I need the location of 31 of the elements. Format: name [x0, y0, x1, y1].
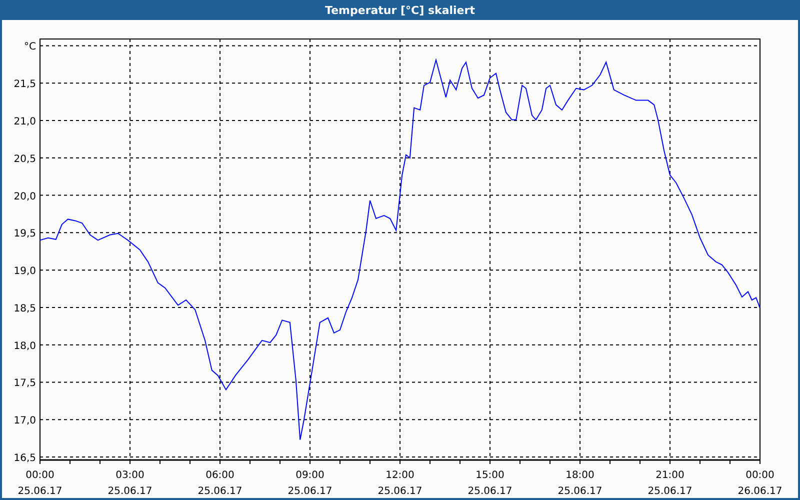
x-axis-label: 00:00 [746, 470, 774, 481]
x-axis-label: 03:00 [116, 470, 144, 481]
x-axis-date-label: 25.06.17 [198, 486, 242, 497]
x-axis-date-label: 25.06.17 [378, 486, 422, 497]
x-axis-date-label: 25.06.17 [288, 486, 332, 497]
x-axis-label: 15:00 [476, 470, 504, 481]
y-axis-label: 18,5 [14, 303, 36, 314]
y-axis-label: 16,5 [14, 453, 36, 464]
y-axis-label: 21,0 [14, 116, 36, 128]
y-axis-label: 20,0 [14, 191, 36, 202]
y-axis-label: 20,5 [14, 154, 36, 165]
x-axis-date-label: 26.06.17 [738, 486, 782, 497]
x-axis-date-label: 25.06.17 [108, 486, 152, 497]
y-axis-label: 18,0 [14, 340, 36, 352]
y-axis-label: 17,0 [14, 416, 36, 427]
y-axis-label: 19,5 [14, 228, 36, 240]
y-axis-label: 19,0 [14, 266, 36, 278]
y-axis-label: °C [24, 42, 36, 53]
x-axis-label: 18:00 [566, 470, 594, 481]
x-axis-label: 12:00 [386, 470, 414, 481]
x-axis-date-label: 25.06.17 [468, 486, 512, 497]
x-axis-date-label: 25.06.17 [648, 486, 692, 497]
x-axis-date-label: 25.06.17 [558, 486, 602, 497]
x-axis-label: 21:00 [656, 470, 684, 481]
y-axis-label: 21,5 [14, 79, 36, 90]
y-axis-label: 17,5 [14, 378, 36, 390]
window-title: Temperatur [°C] skaliert [325, 4, 475, 16]
x-axis-label: 06:00 [206, 470, 234, 481]
x-axis-label: 00:00 [26, 470, 54, 481]
x-axis-label: 09:00 [296, 470, 324, 481]
x-axis-date-label: 25.06.17 [18, 486, 62, 497]
